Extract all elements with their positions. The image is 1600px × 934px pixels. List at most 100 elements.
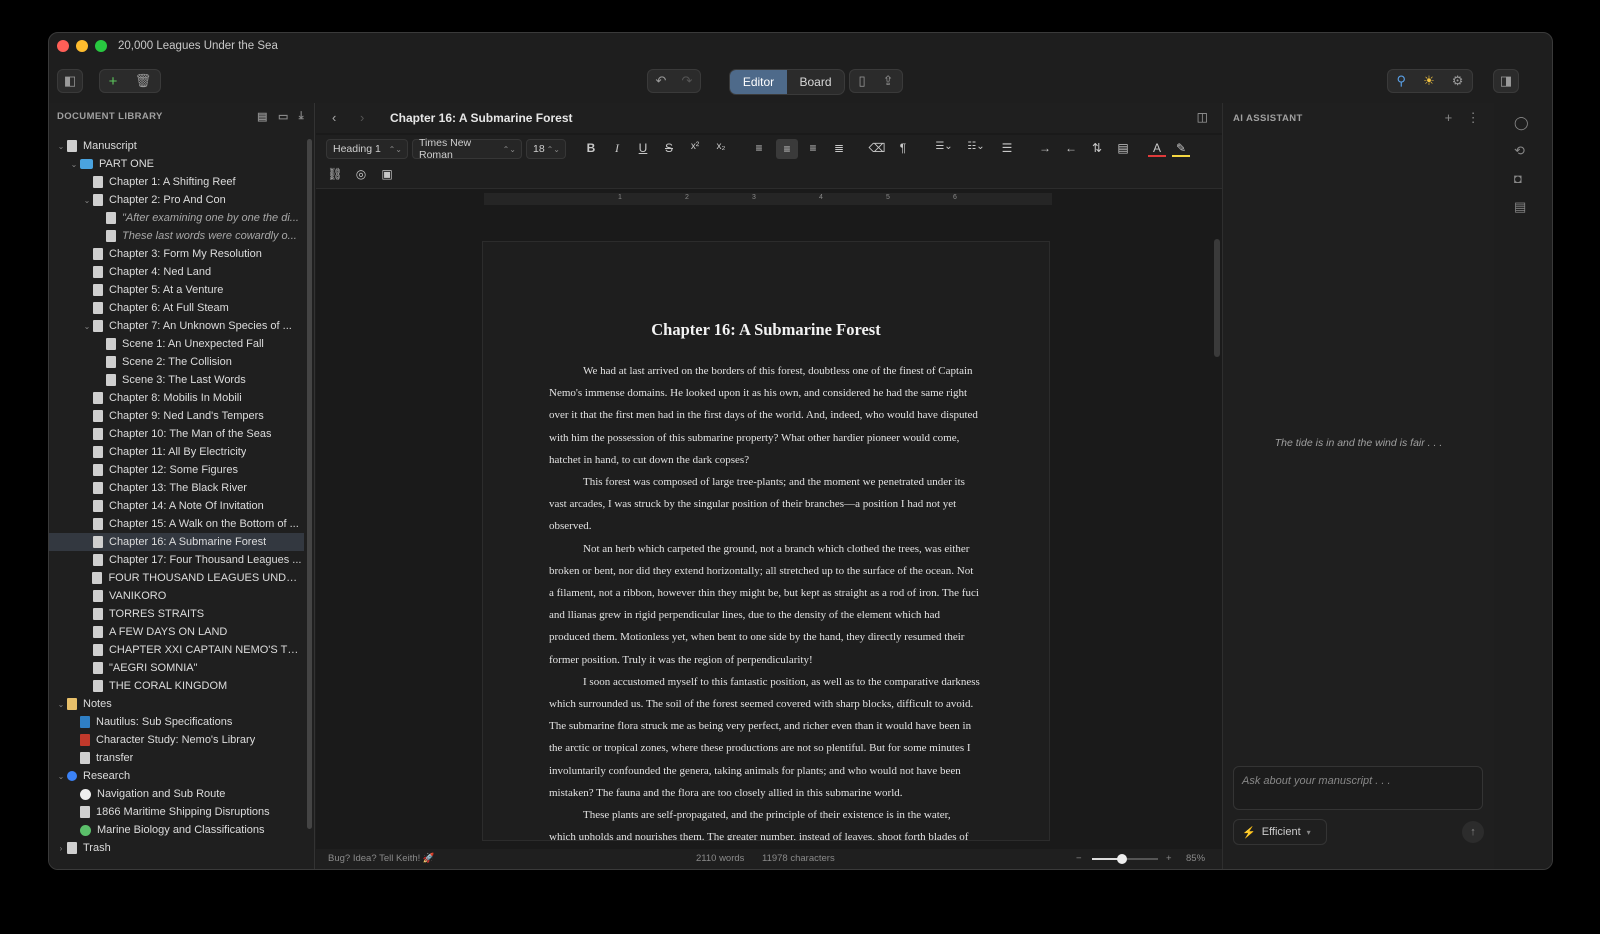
tree-item[interactable]: Scene 1: An Unexpected Fall (49, 335, 304, 353)
new-chat-icon[interactable]: + (1445, 110, 1453, 126)
tree-item[interactable]: Scene 2: The Collision (49, 353, 304, 371)
paragraph[interactable]: Not an herb which carpeted the ground, n… (549, 538, 980, 671)
import-icon[interactable]: ⤓ (299, 110, 304, 123)
document-heading[interactable]: Chapter 16: A Submarine Forest (483, 320, 1049, 340)
sun-icon[interactable]: ☀ (1423, 73, 1435, 89)
add-icon[interactable]: + (109, 73, 118, 90)
tree-item[interactable]: Chapter 5: At a Venture (49, 281, 304, 299)
tree-item[interactable]: ⌄ PART ONE (49, 155, 304, 173)
align-center-button[interactable]: ≡ (776, 139, 798, 159)
forward-icon[interactable]: › (360, 110, 364, 125)
tree-item[interactable]: ⌄ Research (49, 767, 304, 785)
tree-item[interactable]: "After examining one by one the di... (49, 209, 304, 227)
justify-button[interactable]: ≣ (830, 141, 848, 155)
tree-item[interactable]: Character Study: Nemo's Library (49, 731, 304, 749)
split-view-icon[interactable]: ◫ (1197, 110, 1208, 124)
tree-item[interactable]: Chapter 14: A Note Of Invitation (49, 497, 304, 515)
tree-item[interactable]: Chapter 10: The Man of the Seas (49, 425, 304, 443)
tree-item[interactable]: ⌄ Notes (49, 695, 304, 713)
tree-item[interactable]: Chapter 11: All By Electricity (49, 443, 304, 461)
tree-item[interactable]: Chapter 13: The Black River (49, 479, 304, 497)
editor-scrollbar[interactable] (1214, 239, 1220, 357)
tree-item[interactable]: Chapter 1: A Shifting Reef (49, 173, 304, 191)
document-body[interactable]: We had at last arrived on the borders of… (549, 360, 980, 840)
tree-item[interactable]: VANIKORO (49, 587, 304, 605)
paragraph[interactable]: These plants are self-propagated, and th… (549, 804, 980, 840)
globe-icon[interactable]: ◎ (352, 167, 370, 181)
toggle-sidebar-button[interactable]: ◧ (57, 69, 83, 93)
bold-button[interactable]: B (582, 141, 600, 155)
ruler[interactable]: 1 2 3 4 5 6 (484, 193, 1052, 205)
superscript-button[interactable]: x² (686, 141, 704, 152)
align-left-button[interactable]: ≡ (750, 141, 768, 155)
chevron-down-icon[interactable]: ⌄ (55, 700, 67, 709)
paragraph[interactable]: I soon accustomed myself to this fantast… (549, 671, 980, 804)
chevron-down-icon[interactable]: ⌄ (55, 142, 67, 151)
editor-mode-button[interactable]: Editor (730, 70, 787, 94)
clear-format-icon[interactable]: ⌫ (868, 141, 886, 155)
assistant-input[interactable]: Ask about your manuscript . . . (1233, 766, 1483, 810)
tree-item[interactable]: THE CORAL KINGDOM (49, 677, 304, 695)
tree-item[interactable]: 1866 Maritime Shipping Disruptions (49, 803, 304, 821)
tree-item[interactable]: Chapter 9: Ned Land's Tempers (49, 407, 304, 425)
strikethrough-button[interactable]: S (660, 141, 678, 155)
close-window-button[interactable] (57, 40, 69, 52)
undo-icon[interactable]: ↶ (656, 73, 667, 89)
tree-item[interactable]: Chapter 17: Four Thousand Leagues ... (49, 551, 304, 569)
zoom-slider-knob[interactable] (1116, 854, 1127, 864)
align-right-button[interactable]: ≡ (804, 141, 822, 155)
format-painter-icon[interactable]: ▤ (1114, 141, 1132, 155)
share-icon[interactable]: ⇪ (883, 73, 894, 89)
history-icon[interactable]: ⟲ (1514, 143, 1525, 159)
tree-item[interactable]: ⌄ Chapter 2: Pro And Con (49, 191, 304, 209)
tree-item[interactable]: Marine Biology and Classifications (49, 821, 304, 839)
toggle-assistant-button[interactable]: ◨ (1493, 69, 1519, 93)
image-icon[interactable]: ▣ (378, 167, 396, 181)
chevron-down-icon[interactable]: ⌄ (81, 322, 93, 331)
bullet-list-button[interactable]: ☰⌄ (932, 141, 956, 152)
tree-item[interactable]: "AEGRI SOMNIA" (49, 659, 304, 677)
tree-item[interactable]: These last words were cowardly o... (49, 227, 304, 245)
font-select[interactable]: Times New Roman ⌃⌄ (412, 137, 522, 161)
sidebar-scrollbar[interactable] (307, 139, 312, 829)
search-icon[interactable]: ⚲ (1397, 73, 1407, 89)
new-document-icon[interactable]: ▤ (257, 110, 268, 123)
redo-icon[interactable]: ↷ (682, 73, 693, 89)
tree-item[interactable]: Chapter 8: Mobilis In Mobili (49, 389, 304, 407)
send-button[interactable]: ↑ (1462, 821, 1484, 843)
tree-item[interactable]: TORRES STRAITS (49, 605, 304, 623)
tree-item[interactable]: Chapter 3: Form My Resolution (49, 245, 304, 263)
chevron-down-icon[interactable]: › (55, 844, 67, 853)
underline-button[interactable]: U (634, 141, 652, 155)
zoom-slider[interactable] (1092, 854, 1158, 864)
subscript-button[interactable]: x₂ (712, 141, 730, 152)
tree-item[interactable]: Nautilus: Sub Specifications (49, 713, 304, 731)
text-color-button[interactable]: A (1148, 141, 1166, 157)
tree-item[interactable]: transfer (49, 749, 304, 767)
zoom-out-icon[interactable]: − (1076, 853, 1082, 864)
outdent-icon[interactable]: ← (1062, 141, 1080, 155)
paragraph-mark-icon[interactable]: ¶ (894, 141, 912, 155)
zoom-in-icon[interactable]: + (1166, 853, 1172, 864)
more-options-icon[interactable]: ⋮ (1467, 110, 1480, 126)
feedback-link[interactable]: Bug? Idea? Tell Keith! 🚀 (328, 853, 435, 864)
paragraph[interactable]: This forest was composed of large tree-p… (549, 471, 980, 538)
tree-item[interactable]: Chapter 16: A Submarine Forest (49, 533, 304, 551)
board-mode-button[interactable]: Board (787, 70, 844, 94)
document-page[interactable]: Chapter 16: A Submarine Forest We had at… (482, 241, 1050, 841)
tree-item[interactable]: Chapter 15: A Walk on the Bottom of ... (49, 515, 304, 533)
chevron-down-icon[interactable]: ⌄ (81, 196, 93, 205)
back-icon[interactable]: ‹ (332, 110, 336, 125)
link-icon[interactable]: ⛓ (326, 167, 344, 181)
tree-item[interactable]: Chapter 6: At Full Steam (49, 299, 304, 317)
chevron-down-icon[interactable]: ⌄ (68, 160, 80, 169)
tree-item[interactable]: FOUR THOUSAND LEAGUES UNDER ... (49, 569, 304, 587)
chat-icon[interactable]: ◯ (1514, 115, 1529, 131)
tree-item[interactable]: ⌄ Chapter 7: An Unknown Species of ... (49, 317, 304, 335)
trash-icon[interactable]: 🗑 (135, 73, 152, 89)
numbered-list-button[interactable]: ☷⌄ (964, 141, 988, 152)
minimize-window-button[interactable] (76, 40, 88, 52)
comments-icon[interactable]: ▤ (1514, 199, 1526, 215)
tree-item[interactable]: Chapter 12: Some Figures (49, 461, 304, 479)
mode-select[interactable]: ⚡ Efficient ▾ (1233, 819, 1327, 845)
